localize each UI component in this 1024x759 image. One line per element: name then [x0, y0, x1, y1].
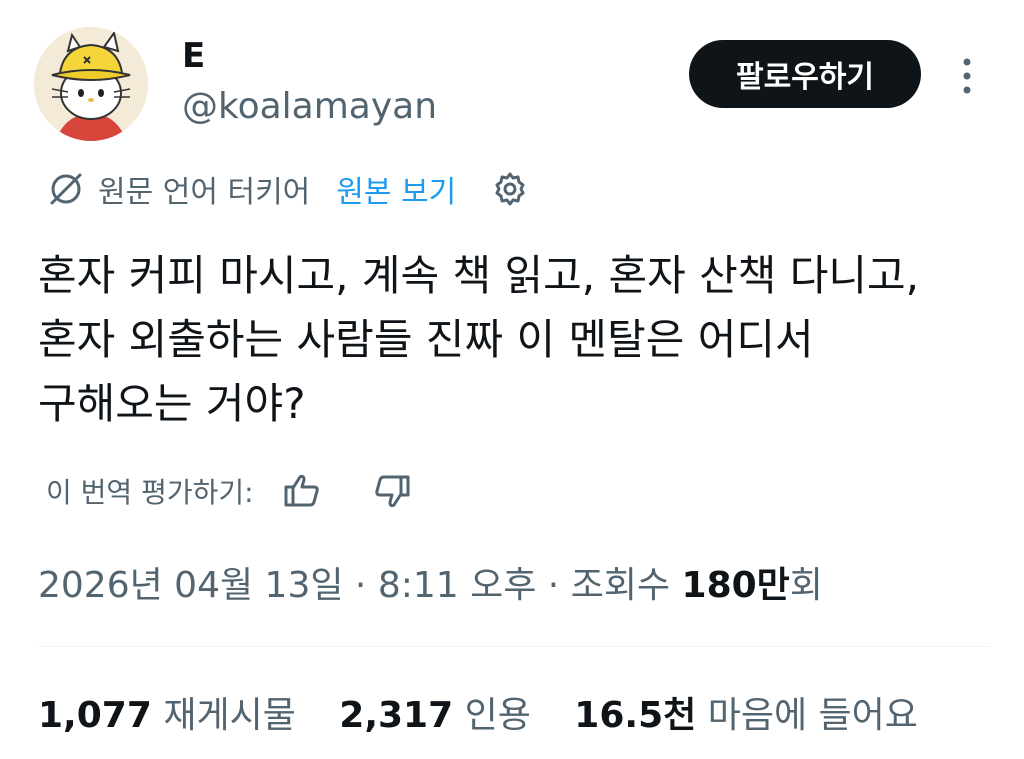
- tweet-text-line: 구해오는 거야?: [38, 379, 306, 428]
- translation-bar: 원문 언어 터키어 원본 보기: [46, 166, 530, 212]
- meta-separator: ·: [536, 565, 571, 606]
- divider: [38, 646, 990, 647]
- follow-button[interactable]: 팔로우하기: [689, 40, 921, 108]
- avatar-image: [34, 27, 148, 141]
- tweet-date[interactable]: 2026년 04월 13일: [38, 565, 343, 606]
- translation-source-label: 원문 언어 터키어: [98, 175, 311, 210]
- quotes-label: 인용: [464, 695, 531, 736]
- likes-count: 16.5천: [574, 695, 697, 736]
- thumbs-up-icon[interactable]: [280, 469, 324, 513]
- rate-translation-label: 이 번역 평가하기:: [46, 476, 254, 509]
- reposts-count: 1,077: [38, 695, 152, 736]
- author-handle[interactable]: @koalamayan: [182, 86, 437, 127]
- tweet-time[interactable]: 8:11 오후: [378, 565, 537, 606]
- views-suffix: 회: [789, 565, 823, 606]
- likes-label: 마음에 들어요: [707, 695, 918, 736]
- views-count: 180만: [681, 565, 790, 606]
- engagement-stats: 1,077 재게시물 2,317 인용 16.5천 마음에 들어요: [38, 686, 950, 738]
- tweet-text-line: 혼자 커피 마시고, 계속 책 읽고, 혼자 산책 다니고,: [38, 251, 920, 300]
- quotes-count: 2,317: [339, 695, 454, 736]
- reposts-label: 재게시물: [163, 695, 296, 736]
- author-display-name[interactable]: E: [182, 36, 206, 76]
- views-prefix: 조회수: [570, 565, 682, 606]
- settings-gear-icon[interactable]: [490, 169, 530, 209]
- tweet-text-line: 혼자 외출하는 사람들 진짜 이 멘탈은 어디서: [38, 315, 814, 364]
- avatar[interactable]: [34, 27, 148, 141]
- thumbs-down-icon[interactable]: [370, 469, 414, 513]
- likes-stat[interactable]: 16.5천 마음에 들어요: [574, 695, 918, 736]
- reposts-stat[interactable]: 1,077 재게시물: [38, 695, 296, 736]
- more-vertical-icon[interactable]: [950, 54, 984, 98]
- globe-off-icon: [46, 169, 86, 209]
- tweet-text: 혼자 커피 마시고, 계속 책 읽고, 혼자 산책 다니고, 혼자 외출하는 사…: [38, 244, 998, 436]
- rate-translation-row: 이 번역 평가하기:: [46, 466, 414, 516]
- tweet-meta: 2026년 04월 13일 · 8:11 오후 · 조회수 180만회: [38, 556, 823, 608]
- meta-separator: ·: [343, 565, 378, 606]
- quotes-stat[interactable]: 2,317 인용: [339, 695, 531, 736]
- show-original-link[interactable]: 원본 보기: [336, 167, 456, 211]
